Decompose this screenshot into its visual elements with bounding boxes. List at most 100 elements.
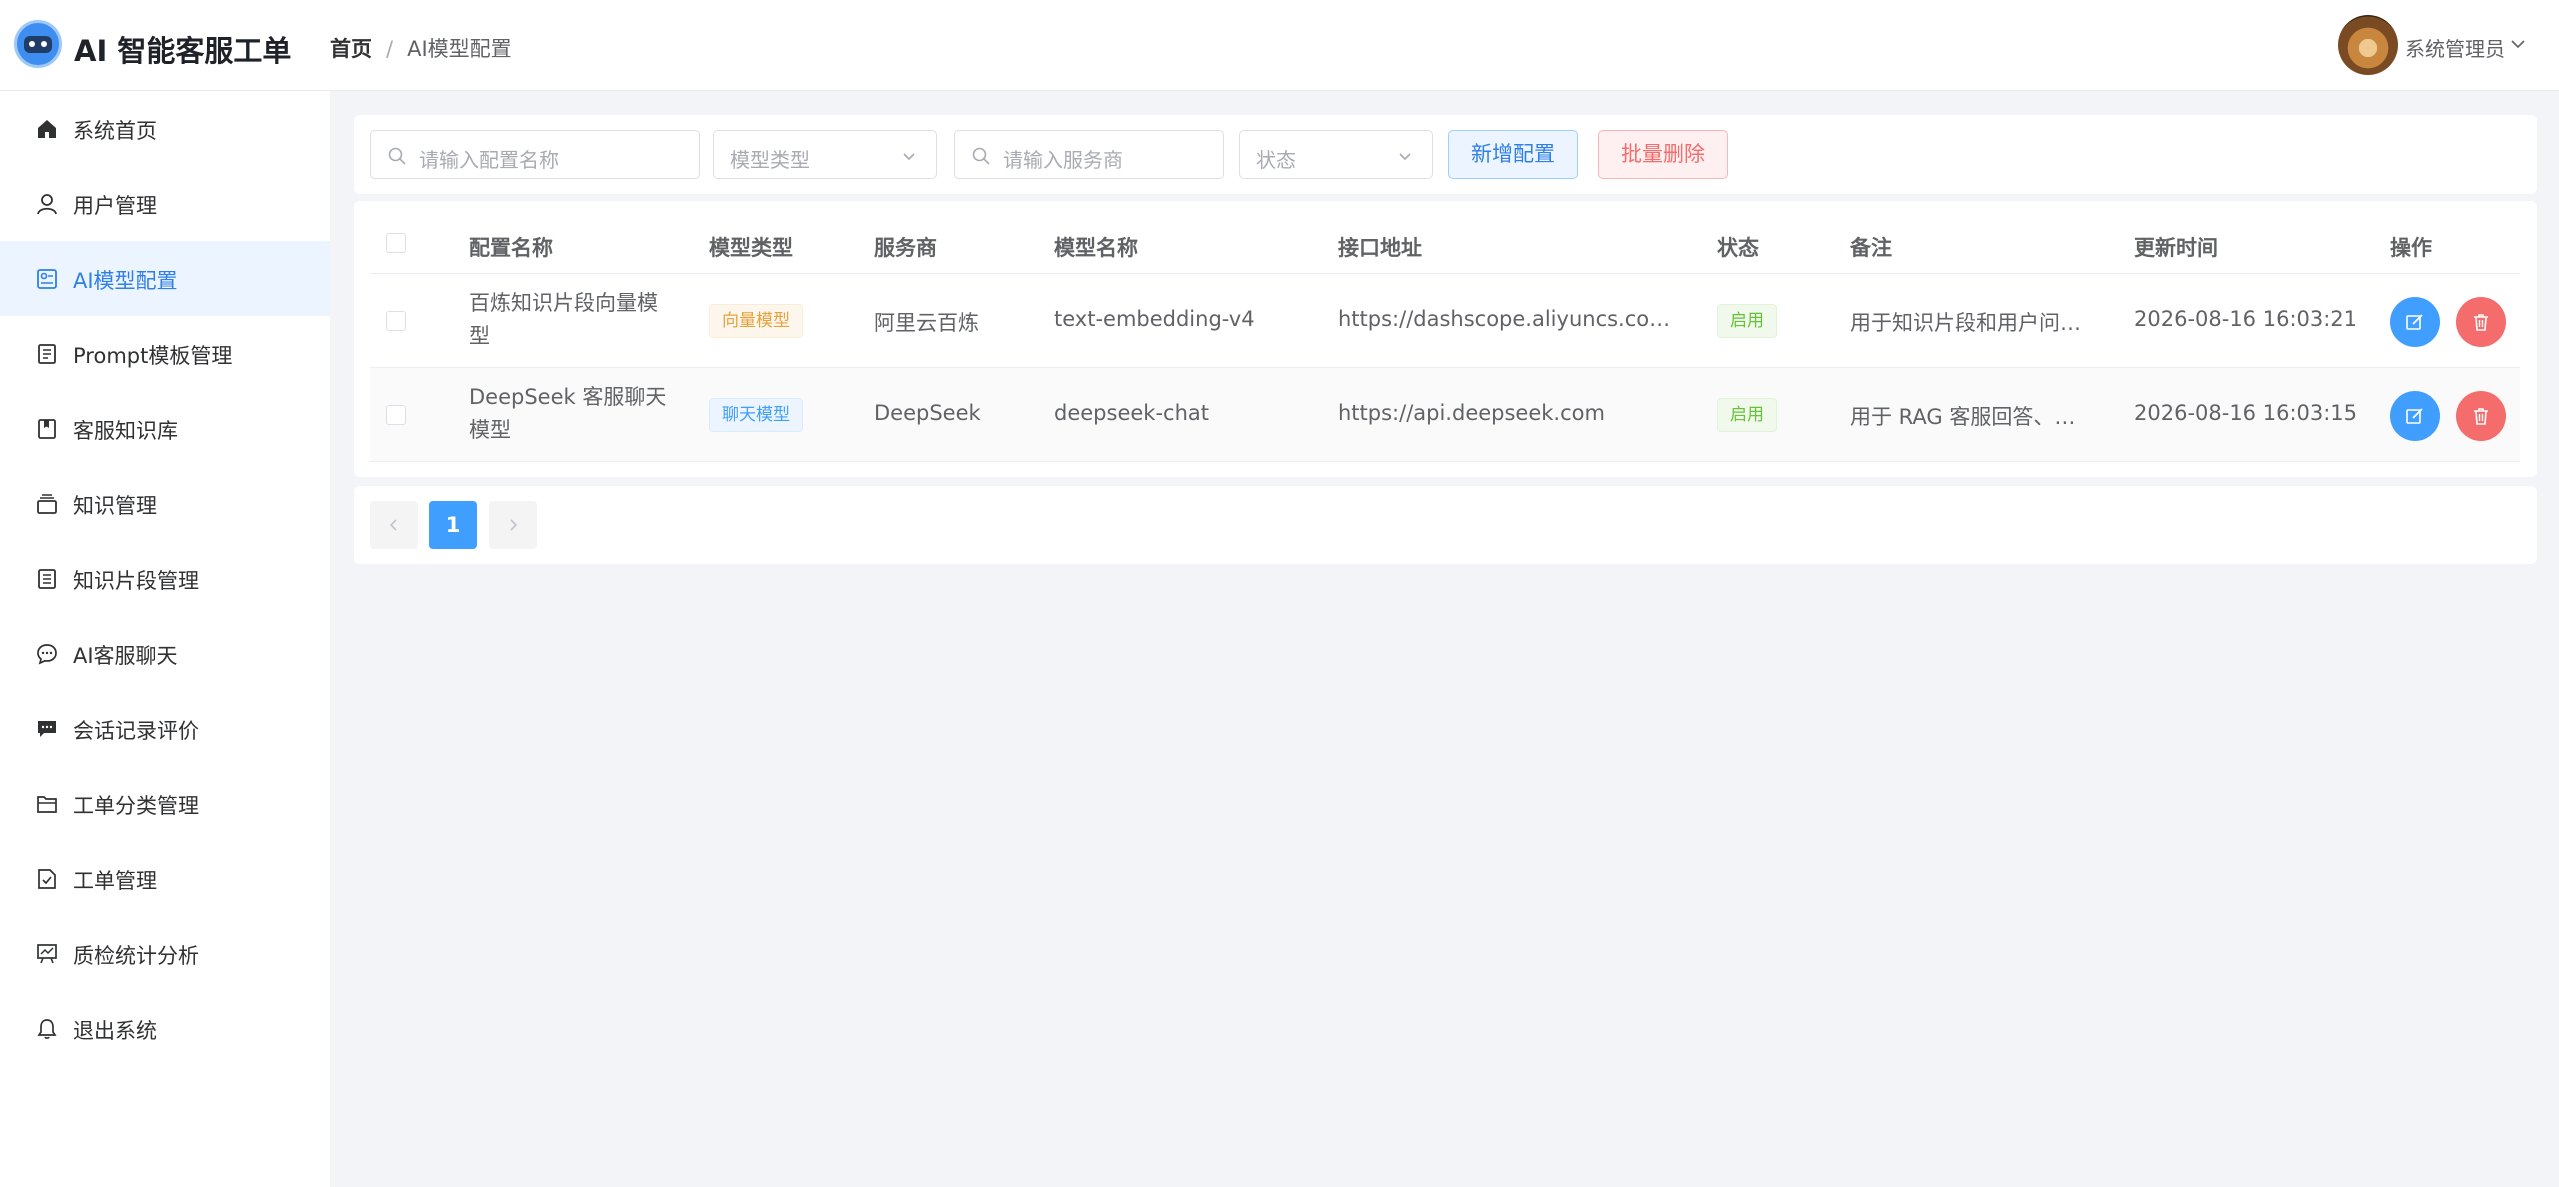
sidebar-item-ticket-categories[interactable]: 工单分类管理 <box>0 766 330 841</box>
chat-icon <box>37 644 57 665</box>
chevron-down-icon <box>903 153 915 161</box>
delete-button[interactable] <box>2456 297 2506 347</box>
chevron-down-icon <box>1399 153 1411 161</box>
batch-delete-button[interactable]: 批量删除 <box>1598 130 1728 179</box>
status-tag: 启用 <box>1717 304 1777 338</box>
document-check-icon <box>38 869 56 889</box>
config-name-placeholder: 请输入配置名称 <box>419 148 559 172</box>
config-table: 配置名称 模型类型 服务商 模型名称 接口地址 状态 备注 更新时间 操作 百炼… <box>354 201 2537 477</box>
sidebar-item-qa-statistics[interactable]: 质检统计分析 <box>0 916 330 991</box>
status-tag: 启用 <box>1717 398 1777 432</box>
bell-icon <box>37 1019 57 1039</box>
table-row: DeepSeek 客服聊天模型 聊天模型 DeepSeek deepseek-c… <box>370 368 2520 462</box>
column-header-model: 模型名称 <box>1054 236 1138 260</box>
trash-icon <box>2474 314 2488 331</box>
cell-model: deepseek-chat <box>1054 401 1209 425</box>
edit-button[interactable] <box>2390 297 2440 347</box>
user-name[interactable]: 系统管理员 <box>2405 33 2505 62</box>
column-header-remark: 备注 <box>1850 236 1892 260</box>
sidebar-item-label: 质检统计分析 <box>73 944 199 968</box>
sidebar-item-tickets[interactable]: 工单管理 <box>0 841 330 916</box>
folder-icon <box>37 796 57 813</box>
breadcrumb-current: AI模型配置 <box>407 37 512 61</box>
chat-filled-icon <box>38 721 56 737</box>
table-row: 百炼知识片段向量模型 向量模型 阿里云百炼 text-embedding-v4 … <box>370 274 2520 368</box>
sidebar-item-label: AI客服聊天 <box>73 644 178 668</box>
sidebar-item-label: 退出系统 <box>73 1019 157 1043</box>
sidebar-item-knowledge-base[interactable]: 客服知识库 <box>0 391 330 466</box>
sidebar-item-label: 用户管理 <box>73 194 157 218</box>
cell-provider: 阿里云百炼 <box>874 311 979 335</box>
cell-endpoint: https://dashscope.aliyuncs.com/compatibl… <box>1338 307 1673 331</box>
box-icon <box>37 494 57 514</box>
app-title: AI 智能客服工单 <box>74 34 292 68</box>
breadcrumb-home-link[interactable]: 首页 <box>330 37 372 61</box>
cell-endpoint: https://api.deepseek.com <box>1338 401 1605 425</box>
model-type-tag: 聊天模型 <box>709 398 803 432</box>
breadcrumb-separator: / <box>386 37 394 61</box>
row-checkbox[interactable] <box>386 311 406 331</box>
sidebar-item-label: 工单管理 <box>73 869 157 893</box>
provider-search-input[interactable]: 请输入服务商 <box>954 130 1224 179</box>
sidebar-item-session-reviews[interactable]: 会话记录评价 <box>0 691 330 766</box>
notebook-icon <box>38 419 56 439</box>
sidebar-item-label: 客服知识库 <box>73 419 178 443</box>
next-page-button[interactable] <box>489 501 537 549</box>
edit-button[interactable] <box>2390 391 2440 441</box>
top-header: AI 智能客服工单 首页 / AI模型配置 系统管理员 <box>0 0 2559 91</box>
sidebar-item-ai-model-config[interactable]: AI模型配置 <box>0 241 330 316</box>
sidebar-item-users[interactable]: 用户管理 <box>0 166 330 241</box>
column-header-updated: 更新时间 <box>2134 236 2218 260</box>
status-placeholder: 状态 <box>1256 148 1296 172</box>
delete-button[interactable] <box>2456 391 2506 441</box>
sidebar-item-label: 系统首页 <box>73 119 157 143</box>
chart-board-icon <box>37 944 57 964</box>
sidebar: 系统首页 用户管理 AI模型配置 Prompt模板管理 客服知识库 知识管理 知… <box>0 91 330 1187</box>
cell-remark: 用于知识片段和用户问题的向量化 <box>1850 311 2085 335</box>
list-document-icon <box>38 569 56 589</box>
row-checkbox[interactable] <box>386 405 406 425</box>
column-header-status: 状态 <box>1717 236 1759 260</box>
model-config-icon <box>37 269 57 289</box>
sidebar-item-ai-chat[interactable]: AI客服聊天 <box>0 616 330 691</box>
chevron-right-icon <box>510 519 518 531</box>
column-header-actions: 操作 <box>2390 236 2432 260</box>
search-icon <box>388 147 406 165</box>
cell-provider: DeepSeek <box>874 401 981 425</box>
chevron-left-icon <box>389 519 397 531</box>
sidebar-item-label: Prompt模板管理 <box>73 344 233 368</box>
document-icon <box>38 344 56 364</box>
sidebar-item-logout[interactable]: 退出系统 <box>0 991 330 1066</box>
sidebar-item-label: AI模型配置 <box>73 269 178 293</box>
prev-page-button[interactable] <box>370 501 418 549</box>
breadcrumb: 首页 / AI模型配置 <box>330 33 512 63</box>
user-avatar[interactable] <box>2338 15 2398 75</box>
select-all-checkbox[interactable] <box>386 233 406 253</box>
page-number-button[interactable]: 1 <box>429 501 477 549</box>
edit-icon <box>2406 408 2423 424</box>
sidebar-item-home[interactable]: 系统首页 <box>0 91 330 166</box>
add-config-button[interactable]: 新增配置 <box>1448 130 1578 179</box>
sidebar-item-label: 工单分类管理 <box>73 794 199 818</box>
sidebar-item-label: 知识片段管理 <box>73 569 199 593</box>
provider-placeholder: 请输入服务商 <box>1003 148 1123 172</box>
sidebar-item-knowledge-segments[interactable]: 知识片段管理 <box>0 541 330 616</box>
status-select[interactable]: 状态 <box>1239 130 1433 179</box>
sidebar-item-prompt-templates[interactable]: Prompt模板管理 <box>0 316 330 391</box>
column-header-name: 配置名称 <box>469 236 553 260</box>
filter-bar: 请输入配置名称 模型类型 请输入服务商 状态 新增配置 批量删除 <box>354 115 2537 194</box>
sidebar-item-label: 知识管理 <box>73 494 157 518</box>
cell-name: DeepSeek 客服聊天模型 <box>469 385 667 442</box>
cell-updated: 2026-08-16 16:03:21 <box>2134 307 2358 331</box>
cell-remark: 用于 RAG 客服回答、工单分类 <box>1850 405 2085 429</box>
trash-icon <box>2474 408 2488 425</box>
config-name-search-input[interactable]: 请输入配置名称 <box>370 130 700 179</box>
sidebar-item-knowledge-manage[interactable]: 知识管理 <box>0 466 330 541</box>
cell-model: text-embedding-v4 <box>1054 307 1255 331</box>
sidebar-item-label: 会话记录评价 <box>73 719 199 743</box>
search-icon <box>972 147 990 165</box>
model-type-select[interactable]: 模型类型 <box>713 130 937 179</box>
chevron-down-icon[interactable] <box>2508 34 2528 54</box>
home-icon <box>38 120 56 138</box>
cell-name: 百炼知识片段向量模型 <box>469 291 658 348</box>
